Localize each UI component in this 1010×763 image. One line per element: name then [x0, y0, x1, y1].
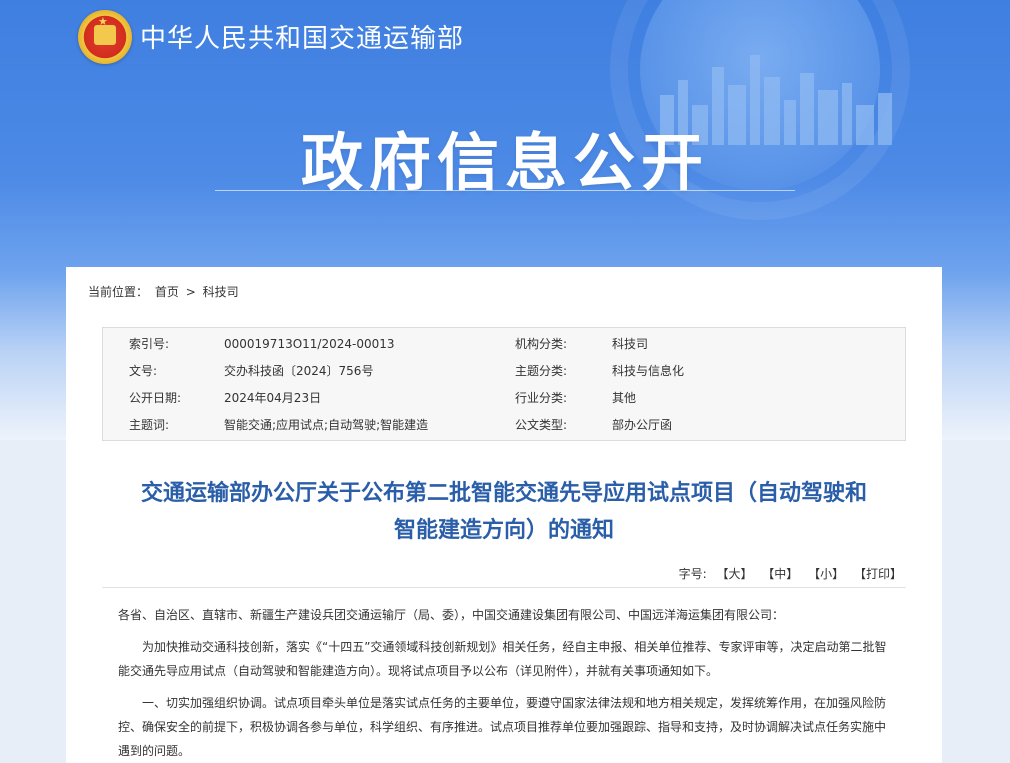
info-value: 2024年04月23日 — [224, 391, 322, 405]
document-title-line1: 交通运输部办公厅关于公布第二批智能交通先导应用试点项目（自动驾驶和 — [140, 481, 867, 506]
font-size-controls: 字号: 【大】 【中】 【小】 【打印】 — [679, 565, 902, 582]
emblem-star-icon: ★ — [98, 15, 108, 28]
breadcrumb: 当前位置： 首页 > 科技司 — [88, 283, 242, 300]
font-size-label: 字号: — [678, 567, 707, 581]
breadcrumb-current[interactable]: 科技司 — [203, 285, 239, 299]
print-button[interactable]: 【打印】 — [854, 567, 902, 581]
info-row-docnumber: 文号: 交办科技函〔2024〕756号 主题分类: 科技与信息化 — [103, 358, 905, 385]
body-paragraph-item1: 一、切实加强组织协调。试点项目牵头单位是落实试点任务的主要单位，要遵守国家法律法… — [118, 696, 887, 758]
info-value: 000019713O11/2024-00013 — [224, 337, 395, 351]
national-emblem-icon[interactable]: ★ — [78, 10, 132, 64]
info-value: 其他 — [612, 391, 637, 405]
info-key: 主题词: — [129, 418, 170, 432]
info-value: 部办公厅函 — [612, 418, 673, 432]
content-card: 当前位置： 首页 > 科技司 索引号: 000019713O11/2024-00… — [66, 267, 942, 763]
info-key: 主题分类: — [515, 364, 568, 378]
info-row-keywords: 主题词: 智能交通;应用试点;自动驾驶;智能建造 公文类型: 部办公厅函 — [103, 412, 905, 439]
info-row-index: 索引号: 000019713O11/2024-00013 机构分类: 科技司 — [103, 331, 905, 358]
document-title: 交通运输部办公厅关于公布第二批智能交通先导应用试点项目（自动驾驶和 智能建造方向… — [96, 475, 912, 549]
font-size-small-button[interactable]: 【小】 — [808, 567, 844, 581]
info-key: 行业分类: — [515, 391, 568, 405]
info-key: 机构分类: — [515, 337, 568, 351]
info-key: 文号: — [129, 364, 158, 378]
document-info-table: 索引号: 000019713O11/2024-00013 机构分类: 科技司 文… — [102, 327, 906, 441]
info-value: 科技与信息化 — [612, 364, 685, 378]
section-title: 政府信息公开 — [300, 126, 709, 199]
info-key: 索引号: — [129, 337, 170, 351]
font-size-large-button[interactable]: 【大】 — [716, 567, 752, 581]
emblem-gate-icon — [94, 25, 116, 45]
font-size-medium-button[interactable]: 【中】 — [762, 567, 798, 581]
body-paragraph-intro: 为加快推动交通科技创新，落实《“十四五”交通领域科技创新规划》相关任务，经自主申… — [118, 640, 887, 678]
document-body: 各省、自治区、直辖市、新疆生产建设兵团交通运输厅（局、委），中国交通建设集团有限… — [118, 603, 894, 763]
info-value: 科技司 — [612, 337, 649, 351]
info-value: 交办科技函〔2024〕756号 — [224, 364, 374, 378]
body-paragraph-addressee: 各省、自治区、直辖市、新疆生产建设兵团交通运输厅（局、委），中国交通建设集团有限… — [118, 608, 785, 622]
info-key: 公文类型: — [515, 418, 568, 432]
breadcrumb-home[interactable]: 首页 — [155, 285, 179, 299]
content-divider — [102, 587, 906, 588]
ministry-name[interactable]: 中华人民共和国交通运输部 — [140, 18, 464, 55]
breadcrumb-separator: > — [185, 285, 196, 299]
info-value: 智能交通;应用试点;自动驾驶;智能建造 — [224, 418, 429, 432]
info-key: 公开日期: — [129, 391, 182, 405]
breadcrumb-label: 当前位置： — [88, 285, 149, 299]
info-row-date: 公开日期: 2024年04月23日 行业分类: 其他 — [103, 385, 905, 412]
document-title-line2: 智能建造方向）的通知 — [393, 518, 614, 543]
title-divider — [215, 190, 795, 191]
